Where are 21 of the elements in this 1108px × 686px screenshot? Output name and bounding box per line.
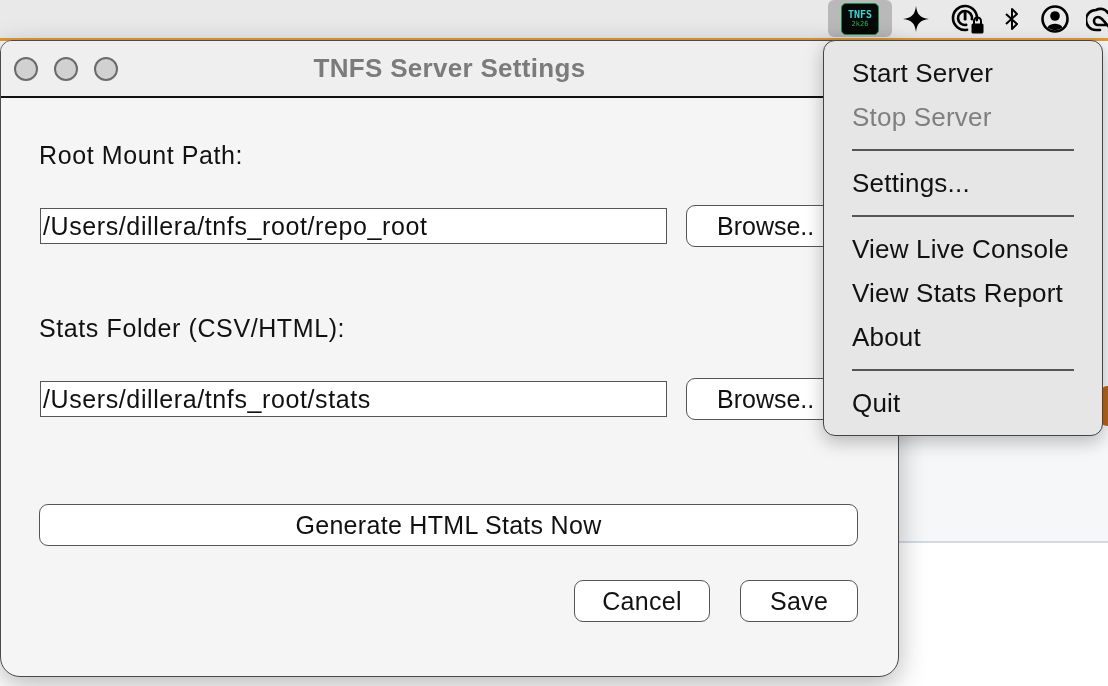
cancel-button[interactable]: Cancel — [574, 580, 710, 622]
sparkle-icon[interactable] — [903, 6, 929, 32]
cloud-loop-icon[interactable] — [1086, 5, 1108, 33]
ring-lock-icon[interactable] — [951, 4, 984, 34]
zoom-button[interactable] — [94, 56, 118, 81]
field-label: Stats Folder (CSV/HTML): — [39, 313, 346, 343]
bluetooth-icon[interactable] — [1004, 6, 1020, 32]
window-title: TNFS Server Settings — [313, 53, 586, 84]
field-label: Root Mount Path: — [39, 140, 244, 170]
save-button[interactable]: Save — [740, 580, 858, 622]
path-input[interactable]: /Users/dillera/tnfs_root/stats — [40, 381, 667, 417]
user-circle-icon[interactable] — [1041, 5, 1069, 33]
menu-item[interactable]: View Stats Report — [824, 271, 1102, 315]
minimize-button[interactable] — [54, 56, 78, 81]
logo-text: TNFS — [847, 9, 873, 20]
generate-stats-button[interactable]: Generate HTML Stats Now — [39, 504, 858, 546]
menu-item[interactable]: Start Server — [824, 51, 1102, 95]
path-input[interactable]: /Users/dillera/tnfs_root/repo_root — [40, 208, 667, 244]
menu-item[interactable]: About — [824, 315, 1102, 359]
close-button[interactable] — [14, 56, 38, 81]
menu-item[interactable]: Settings... — [824, 161, 1102, 205]
